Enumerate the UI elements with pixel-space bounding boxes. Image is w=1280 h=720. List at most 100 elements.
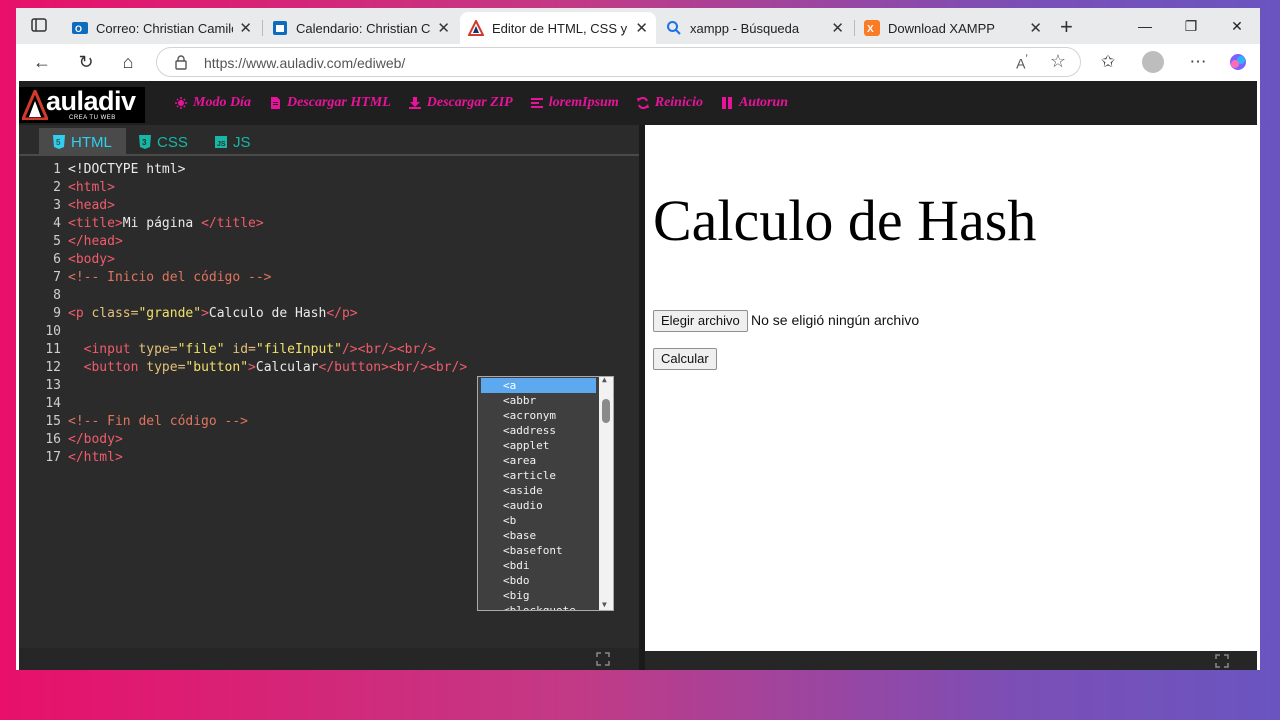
line-content: <!-- Inicio del código --> xyxy=(68,269,272,287)
autocomplete-item[interactable]: <address xyxy=(478,423,613,438)
close-icon[interactable]: ✕ xyxy=(239,19,252,37)
code-line[interactable]: 7 <!-- Inicio del código --> xyxy=(19,269,639,287)
autocomplete-item[interactable]: <bdi xyxy=(478,558,613,573)
page-content: auladiv CREA TU WEB Modo Día Descargar H… xyxy=(19,81,1257,670)
site-logo[interactable]: auladiv CREA TU WEB xyxy=(19,86,145,123)
tab-download-xampp[interactable]: X Download XAMPP ✕ xyxy=(856,12,1050,44)
tab-editor[interactable]: Editor de HTML, CSS y Java ✕ xyxy=(460,12,656,44)
code-token: /><br/><br/> xyxy=(341,342,436,357)
favorite-star-icon[interactable]: ☆ xyxy=(1050,51,1066,72)
tab-js[interactable]: JS JS xyxy=(201,128,265,156)
line-number: 3 xyxy=(53,198,61,213)
line-number: 4 xyxy=(53,216,61,231)
copilot-icon[interactable] xyxy=(1226,50,1250,74)
refresh-icon[interactable]: ↻ xyxy=(74,50,98,74)
autocomplete-item[interactable]: <basefont xyxy=(478,543,613,558)
svg-text:3: 3 xyxy=(142,138,147,147)
autocomplete-item[interactable]: <area xyxy=(478,453,613,468)
menu-descargar-html[interactable]: Descargar HTML xyxy=(269,95,391,111)
menu-descargar-zip[interactable]: Descargar ZIP xyxy=(408,95,513,111)
menu-autorun[interactable]: Autorun xyxy=(721,95,788,111)
line-number: 13 xyxy=(45,378,61,393)
more-options-icon[interactable]: ⋯ xyxy=(1186,50,1210,74)
menu-label: loremIpsum xyxy=(548,95,619,110)
preview-footer xyxy=(645,651,1257,670)
new-tab-icon[interactable]: + xyxy=(1060,14,1080,39)
code-token: type= xyxy=(146,360,186,375)
tab-calendario[interactable]: Calendario: Christian Camil ✕ xyxy=(264,12,458,44)
fullscreen-icon[interactable] xyxy=(596,652,610,666)
code-line[interactable]: 1 <!DOCTYPE html> xyxy=(19,161,639,179)
close-icon[interactable]: ✕ xyxy=(635,19,648,37)
pause-icon xyxy=(721,97,732,109)
tab-title: Calendario: Christian Camil xyxy=(296,20,431,36)
close-icon[interactable]: ✕ xyxy=(1029,19,1042,37)
address-bar[interactable]: https://www.auladiv.com/ediweb/ Aʼ ☆ xyxy=(156,47,1081,77)
tab-xampp-busqueda[interactable]: xampp - Búsqueda ✕ xyxy=(658,12,852,44)
code-token: "grande" xyxy=(138,306,202,321)
tab-actions-icon[interactable] xyxy=(30,16,50,36)
autocomplete-item[interactable]: <big xyxy=(478,588,613,603)
js-icon: JS xyxy=(215,136,227,148)
back-icon[interactable]: ← xyxy=(30,50,54,74)
lock-icon[interactable] xyxy=(173,54,189,70)
window-controls: — ❐ ✕ xyxy=(1122,14,1260,38)
menu-loremipsum[interactable]: loremIpsum xyxy=(530,95,619,111)
url-text[interactable]: https://www.auladiv.com/ediweb/ xyxy=(204,55,405,71)
code-line[interactable]: 10 xyxy=(19,323,639,341)
autocomplete-item[interactable]: <base xyxy=(478,528,613,543)
code-line[interactable]: 3 <head> xyxy=(19,197,639,215)
address-toolbar: ← ↻ ⌂ https://www.auladiv.com/ediweb/ Aʼ… xyxy=(16,44,1260,80)
minimize-icon[interactable]: — xyxy=(1122,14,1168,38)
close-icon[interactable]: ✕ xyxy=(831,19,844,37)
code-line[interactable]: 4 <title>Mi página </title> xyxy=(19,215,639,233)
autocomplete-item[interactable]: <applet xyxy=(478,438,613,453)
code-line[interactable]: 2 <html> xyxy=(19,179,639,197)
autocomplete-item[interactable]: <bdo xyxy=(478,573,613,588)
code-line[interactable]: 12 <button type="button">Calcular</butto… xyxy=(19,359,639,377)
menu-reinicio[interactable]: Reinicio xyxy=(636,95,703,111)
scrollbar-thumb[interactable] xyxy=(602,399,610,423)
close-window-icon[interactable]: ✕ xyxy=(1214,14,1260,38)
code-token: type= xyxy=(138,342,178,357)
menu-modo-dia[interactable]: Modo Día xyxy=(175,95,251,111)
fullscreen-icon[interactable] xyxy=(1215,654,1229,668)
scroll-down-icon[interactable]: ▼ xyxy=(602,600,607,609)
download-icon xyxy=(408,97,421,109)
code-line[interactable]: 9 <p class="grande">Calculo de Hash</p> xyxy=(19,305,639,323)
autocomplete-item[interactable]: <article xyxy=(478,468,613,483)
tab-css[interactable]: 3 CSS xyxy=(125,128,202,156)
calcular-button[interactable]: Calcular xyxy=(653,348,717,370)
autocomplete-item[interactable]: <acronym xyxy=(478,408,613,423)
restore-icon[interactable]: ❐ xyxy=(1168,14,1214,38)
autocomplete-item[interactable]: <audio xyxy=(478,498,613,513)
tab-correo[interactable]: O Correo: Christian Camilo Se ✕ xyxy=(64,12,260,44)
line-number: 2 xyxy=(53,180,61,195)
code-line[interactable]: 8 xyxy=(19,287,639,305)
autocomplete-scrollbar[interactable]: ▲ ▼ xyxy=(599,377,613,610)
close-icon[interactable]: ✕ xyxy=(437,19,450,37)
code-token: id= xyxy=(224,342,256,357)
avatar[interactable] xyxy=(1142,51,1164,73)
code-token: Calcular xyxy=(255,360,319,375)
code-token: </html> xyxy=(68,450,123,465)
code-token: <p xyxy=(68,306,92,321)
autocomplete-item[interactable]: <aside xyxy=(478,483,613,498)
home-icon[interactable]: ⌂ xyxy=(116,50,140,74)
tab-title: Correo: Christian Camilo Se xyxy=(96,20,233,36)
code-line[interactable]: 6 <body> xyxy=(19,251,639,269)
read-aloud-icon[interactable]: Aʼ xyxy=(1016,53,1028,72)
scroll-up-icon[interactable]: ▲ xyxy=(602,377,607,384)
preview-heading: Calculo de Hash xyxy=(653,188,1037,253)
tab-html[interactable]: 5 HTML xyxy=(39,128,126,156)
choose-file-button[interactable]: Elegir archivo xyxy=(653,310,748,332)
autocomplete-item[interactable]: <b xyxy=(478,513,613,528)
code-line[interactable]: 11 <input type="file" id="fileInput"/><b… xyxy=(19,341,639,359)
svg-text:JS: JS xyxy=(217,141,226,148)
autocomplete-item[interactable]: <abbr xyxy=(478,393,613,408)
autocomplete-item[interactable]: <blockquote xyxy=(478,603,613,610)
autocomplete-item[interactable]: <a xyxy=(481,378,596,393)
favorites-icon[interactable]: ✩ xyxy=(1096,50,1120,74)
code-line[interactable]: 5 </head> xyxy=(19,233,639,251)
autocomplete-dropdown[interactable]: <a <abbr <acronym <address <applet <area <arti… xyxy=(477,376,614,611)
